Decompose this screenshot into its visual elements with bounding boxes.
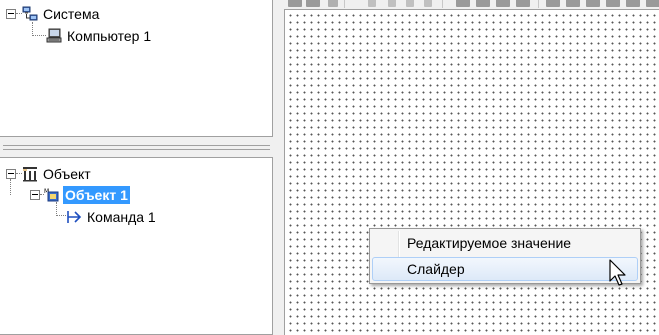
toolbar-button[interactable] [586,0,600,7]
tree-node-system[interactable]: Система [22,4,101,22]
computer-label: Компьютер 1 [67,28,152,45]
tree-node-computer[interactable]: Компьютер 1 [46,26,153,44]
tree-line [32,22,33,36]
splitter-grip-line [3,145,270,146]
collapse-toggle-object[interactable] [6,169,16,179]
tree-line [56,202,57,216]
toolbar-button[interactable] [406,0,414,7]
system-tree-panel[interactable]: Система Компьютер 1 [0,0,273,137]
command-label: Команда 1 [87,209,156,226]
object-label: Объект [43,166,91,183]
network-computer-icon [22,6,38,21]
tree-line [10,179,11,195]
toolbar-button[interactable] [368,0,376,7]
toolbar-button[interactable] [288,0,302,7]
toolbar-button[interactable] [388,0,396,7]
vertical-splitter[interactable] [273,0,284,335]
toolbar-button[interactable] [496,0,510,7]
system-label: Система [43,6,100,23]
horizontal-splitter[interactable] [0,137,273,157]
toolbar-button[interactable] [516,0,530,7]
menu-item-editable-value[interactable]: Редактируемое значение [372,231,638,255]
design-canvas[interactable] [284,9,659,335]
toolbar-separator [344,0,345,8]
toolbar-button[interactable] [476,0,490,7]
tree-node-object[interactable]: Объект [22,164,93,182]
toolbar-button[interactable] [328,0,338,7]
toolbar-button[interactable] [456,0,470,7]
mouse-cursor-icon [609,259,626,286]
collapse-toggle-object-1[interactable] [30,190,40,200]
toolbar-button[interactable] [606,0,620,7]
selected-object-label: Объект 1 [63,186,130,205]
menu-item-slider[interactable]: Слайдер [372,257,638,281]
editor-toolbar [284,0,659,9]
toolbar-separator [538,0,539,8]
tree-line [32,35,46,36]
tree-node-command[interactable]: Команда 1 [66,207,158,225]
tree-node-object-1[interactable]: M Объект 1 [44,185,130,205]
toolbar-button[interactable] [646,0,659,7]
module-icon: M [44,188,59,202]
tree-line [56,215,66,216]
object-tree-icon [23,167,37,182]
command-arrow-icon [67,211,82,224]
splitter-grip-line [3,149,270,150]
object-tree-panel[interactable]: Объект M Объект 1 Команда 1 [0,157,273,335]
computer-icon [46,28,62,43]
collapse-toggle-system[interactable] [6,9,16,19]
toolbar-button[interactable] [424,0,432,7]
toolbar-button[interactable] [566,0,580,7]
toolbar-button[interactable] [306,0,320,7]
app-window: Система Компьютер 1 Объект M Объект 1 Ко… [0,0,659,335]
toolbar-button[interactable] [546,0,560,7]
toolbar-button[interactable] [626,0,640,7]
toolbar-separator [442,0,443,8]
context-menu: Редактируемое значение Слайдер [369,228,641,284]
